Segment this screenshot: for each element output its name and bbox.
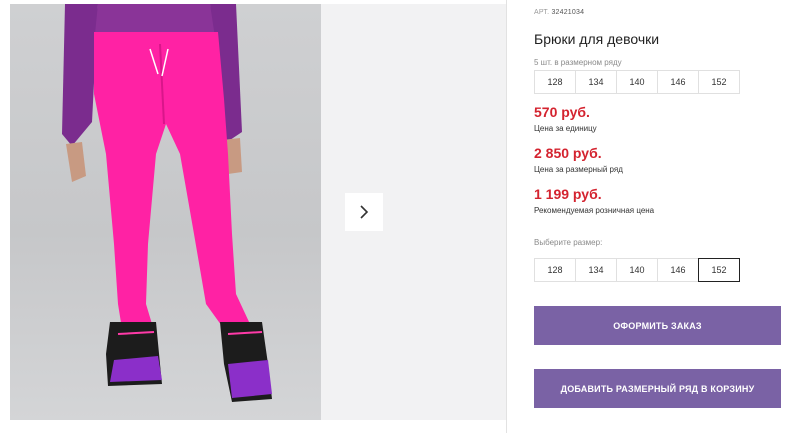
product-gallery xyxy=(0,0,506,433)
retail-price: 1 199 руб. xyxy=(534,186,602,202)
product-photo-illustration xyxy=(62,4,272,402)
size-option[interactable]: 140 xyxy=(616,258,658,282)
size-row-item: 134 xyxy=(575,70,617,94)
size-row-item: 146 xyxy=(657,70,699,94)
size-option[interactable]: 134 xyxy=(575,258,617,282)
product-photo[interactable] xyxy=(10,4,321,420)
size-row-item: 140 xyxy=(616,70,658,94)
size-option-selected[interactable]: 152 xyxy=(698,258,740,282)
size-row-list: 128 134 140 146 152 xyxy=(534,70,740,94)
sku-value: 32421034 xyxy=(551,9,585,16)
sku-label: АРТ. xyxy=(534,9,550,16)
chevron-right-icon xyxy=(360,205,369,219)
size-row-item: 128 xyxy=(534,70,576,94)
size-row-caption: 5 шт. в размерном ряду xyxy=(534,58,622,67)
size-option[interactable]: 128 xyxy=(534,258,576,282)
add-size-row-to-cart-button[interactable]: ДОБАВИТЬ РАЗМЕРНЫЙ РЯД В КОРЗИНУ xyxy=(534,369,781,408)
product-title: Брюки для девочки xyxy=(534,31,660,47)
choose-size-label: Выберите размер: xyxy=(534,238,603,247)
product-sku: АРТ. 32421034 xyxy=(534,9,584,16)
size-row-item: 152 xyxy=(698,70,740,94)
size-option[interactable]: 146 xyxy=(657,258,699,282)
unit-price-note: Цена за единицу xyxy=(534,124,597,133)
panel-divider xyxy=(506,0,507,433)
unit-price: 570 руб. xyxy=(534,104,590,120)
place-order-button[interactable]: ОФОРМИТЬ ЗАКАЗ xyxy=(534,306,781,345)
size-row-price-note: Цена за размерный ряд xyxy=(534,165,623,174)
size-selector: 128 134 140 146 152 xyxy=(534,258,740,282)
retail-price-note: Рекомендуемая розничная цена xyxy=(534,206,655,215)
next-image-button[interactable] xyxy=(345,193,383,231)
size-row-price: 2 850 руб. xyxy=(534,145,602,161)
